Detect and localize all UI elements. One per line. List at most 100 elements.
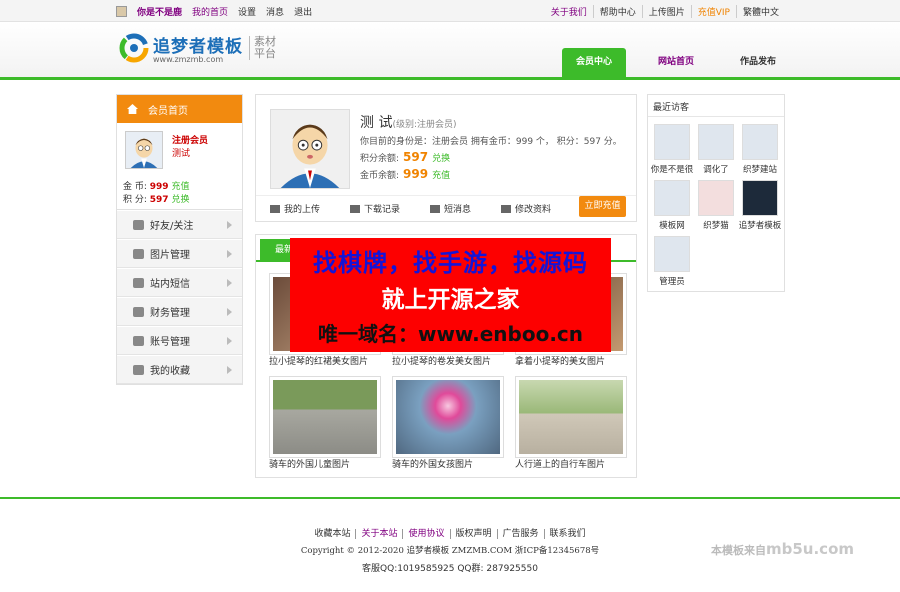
main-nav: 会员中心 网站首页 作品发布 <box>562 48 808 77</box>
logo-name: 追梦者模板 <box>153 37 243 57</box>
points-balance-value: 597 <box>403 150 429 164</box>
ad-line-1: 找棋牌，找手游，找源码 <box>313 249 588 277</box>
footer-link-copyright[interactable]: 版权声明 <box>449 529 497 539</box>
top-bar: 你是不是鹿 我的首页 设置 消息 退出 关于我们 帮助中心 上传图片 充值VIP… <box>0 0 900 22</box>
user-mini-avatar[interactable] <box>116 6 127 17</box>
visitor-4[interactable]: 模板网 <box>650 180 694 231</box>
sidebar-coin-row: 金 币: 999 充值 <box>123 179 189 192</box>
sidebar-item-friends[interactable]: 好友/关注 <box>117 210 242 239</box>
visitor-5[interactable]: 织梦猫 <box>694 180 738 231</box>
logout-link[interactable]: 退出 <box>294 5 312 18</box>
logo-swirl-icon <box>119 33 149 63</box>
coin-label: 金 币: <box>123 182 147 192</box>
work-caption-2[interactable]: 拉小提琴的卷发美女图片 <box>392 354 516 367</box>
points-value: 597 <box>149 195 169 205</box>
picture-icon <box>270 204 280 213</box>
gold-balance-label: 金币余额: <box>360 170 400 181</box>
sidebar-exchange-link[interactable]: 兑换 <box>171 195 189 205</box>
visitor-avatar <box>742 124 778 160</box>
my-uploads-link[interactable]: 我的上传 <box>270 202 320 215</box>
short-messages-link[interactable]: 短消息 <box>430 202 471 215</box>
work-caption-4[interactable]: 骑车的外国儿童图片 <box>269 457 393 470</box>
visitor-6[interactable]: 追梦者模板 <box>738 180 782 231</box>
logo-sub-line2: 平台 <box>254 47 276 60</box>
sidebar-user-box: 注册会员 测试 金 币: 999 充值 积 分: 597 兑换 <box>117 123 242 210</box>
footer-link-bookmark[interactable]: 收藏本站 <box>309 529 355 539</box>
sidebar-username[interactable]: 测试 <box>172 146 190 159</box>
recent-visitors-title: 最近访客 <box>648 95 784 117</box>
top-username-link[interactable]: 你是不是鹿 <box>137 5 182 18</box>
sidebar-item-favorites[interactable]: 我的收藏 <box>117 355 242 384</box>
overlay-ad-banner[interactable]: 找棋牌，找手游，找源码 就上开源之家 唯一域名：www.enboo.cn <box>290 238 611 352</box>
my-home-link[interactable]: 我的首页 <box>192 5 228 18</box>
exchange-link[interactable]: 兑换 <box>432 151 450 164</box>
visitor-1[interactable]: 你是不是很 <box>650 124 694 175</box>
site-header: 追梦者模板 www.zmzmb.com 素材 平台 会员中心 网站首页 作品发布 <box>0 22 900 80</box>
edit-profile-link[interactable]: 修改资料 <box>501 202 551 215</box>
footer-link-contact[interactable]: 联系我们 <box>543 529 591 539</box>
edit-profile-label: 修改资料 <box>515 205 552 215</box>
visitor-7[interactable]: 管理员 <box>650 236 694 287</box>
site-logo[interactable]: 追梦者模板 www.zmzmb.com 素材 平台 <box>118 32 276 64</box>
visitor-3[interactable]: 织梦建站 <box>738 124 782 175</box>
visitor-2[interactable]: 调化了 <box>694 124 738 175</box>
work-thumb-4[interactable] <box>269 376 381 458</box>
sidebar-item-label: 财务管理 <box>150 308 190 319</box>
sidebar-item-finance[interactable]: 财务管理 <box>117 297 242 326</box>
settings-link[interactable]: 设置 <box>238 5 256 18</box>
sidebar-item-label: 好友/关注 <box>150 221 194 232</box>
chevron-right-icon <box>227 366 232 374</box>
download-icon <box>350 204 361 213</box>
visitor-avatar <box>654 180 690 216</box>
money-bag-icon <box>133 306 144 317</box>
tab-site-home[interactable]: 网站首页 <box>644 48 708 77</box>
work-thumb-6[interactable] <box>515 376 627 458</box>
upload-image-link[interactable]: 上传图片 <box>641 5 691 18</box>
sidebar-item-member-home[interactable]: 会员首页 <box>117 95 242 123</box>
footer-link-ads[interactable]: 广告服务 <box>496 529 544 539</box>
footer-link-terms[interactable]: 使用协议 <box>402 529 450 539</box>
help-center-link[interactable]: 帮助中心 <box>592 5 642 18</box>
recharge-vip-link[interactable]: 充值VIP <box>690 5 736 18</box>
sidebar-item-images[interactable]: 图片管理 <box>117 239 242 268</box>
work-thumb-5[interactable] <box>392 376 504 458</box>
my-uploads-label: 我的上传 <box>284 205 321 215</box>
download-history-link[interactable]: 下载记录 <box>350 202 400 215</box>
chevron-right-icon <box>227 279 232 287</box>
chevron-right-icon <box>227 250 232 258</box>
sidebar-item-account[interactable]: 账号管理 <box>117 326 242 355</box>
gold-balance-value: 999 <box>403 167 429 181</box>
favorite-icon <box>133 364 144 375</box>
ad-line-2: 就上开源之家 <box>381 287 520 313</box>
footer-divider <box>0 497 900 499</box>
work-caption-1[interactable]: 拉小提琴的红裙美女图片 <box>269 354 393 367</box>
footer-link-about[interactable]: 关于本站 <box>355 529 403 539</box>
avatar[interactable] <box>125 131 163 169</box>
recharge-now-button[interactable]: 立即充值 <box>579 196 626 217</box>
traditional-chinese-link[interactable]: 繁體中文 <box>735 5 785 18</box>
sidebar-item-label: 账号管理 <box>150 337 190 348</box>
sidebar-recharge-link[interactable]: 充值 <box>171 182 189 192</box>
header-divider <box>0 77 900 80</box>
work-caption-3[interactable]: 拿着小提琴的美女图片 <box>515 354 639 367</box>
sidebar-role: 注册会员 <box>172 136 209 146</box>
profile-name: 测 试(级别:注册会员) <box>360 112 457 132</box>
about-us-link[interactable]: 关于我们 <box>545 5 593 18</box>
messages-link[interactable]: 消息 <box>266 5 284 18</box>
sidebar-item-messages[interactable]: 站内短信 <box>117 268 242 297</box>
recharge-link[interactable]: 充值 <box>432 168 450 181</box>
profile-avatar[interactable] <box>270 109 350 189</box>
profile-card: 测 试(级别:注册会员) 你目前的身份是：注册会员 拥有金币：999 个， 积分… <box>255 94 637 222</box>
visitor-name: 追梦者模板 <box>738 221 782 231</box>
user-icon <box>133 335 144 346</box>
sidebar-item-label: 我的收藏 <box>150 366 190 377</box>
tab-member-center[interactable]: 会员中心 <box>562 48 626 77</box>
visitor-name: 织梦建站 <box>742 165 777 175</box>
visitor-name: 模板网 <box>659 221 685 231</box>
gear-icon <box>501 204 512 213</box>
work-caption-6[interactable]: 人行道上的自行车图片 <box>515 457 639 470</box>
tab-publish-works[interactable]: 作品发布 <box>726 48 790 77</box>
watermark-logo: mb5u.com <box>766 540 855 558</box>
work-caption-5[interactable]: 骑车的外国女孩图片 <box>392 457 516 470</box>
coin-value: 999 <box>149 182 169 192</box>
